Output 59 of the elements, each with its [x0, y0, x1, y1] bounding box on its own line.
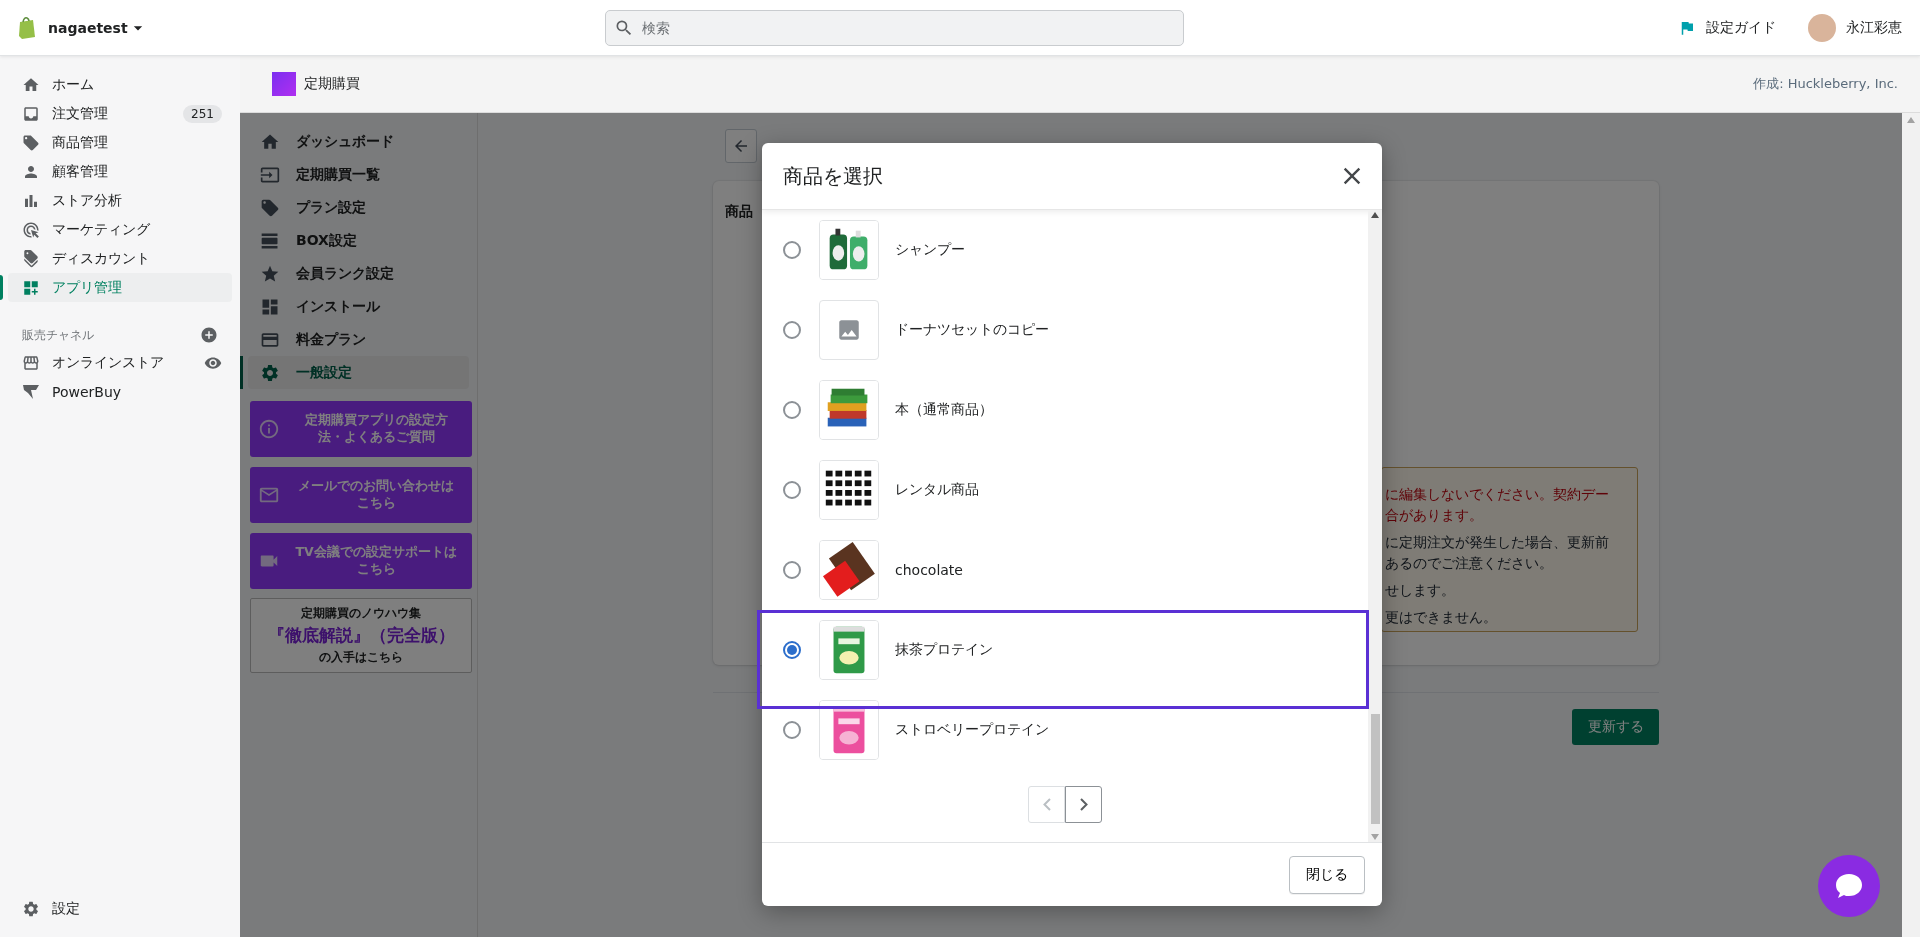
chat-bubble-icon	[1834, 872, 1864, 900]
product-name[interactable]: 抹茶プロテイン	[895, 641, 993, 659]
guide-banner[interactable]: 定期購買のノウハウ集 『徹底解説』（完全版） の入手はこちら	[250, 598, 472, 673]
store-name[interactable]: nagaetest	[48, 19, 128, 36]
settings-icon	[260, 362, 280, 383]
close-button[interactable]: 閉じる	[1289, 855, 1365, 894]
search-icon	[614, 18, 634, 38]
wing-icon	[22, 383, 40, 400]
scrollbar[interactable]	[1902, 113, 1920, 937]
radio-button[interactable]	[783, 721, 801, 739]
chevron-left-icon	[1042, 798, 1051, 811]
section-heading: 販売チャネル	[22, 326, 94, 344]
radio-button[interactable]	[783, 561, 801, 579]
section-label: 商品	[725, 203, 753, 221]
search-field[interactable]: 検索	[605, 10, 1184, 46]
count-badge: 251	[183, 104, 222, 123]
product-name[interactable]: レンタル商品	[895, 481, 979, 499]
settings-icon	[22, 899, 40, 918]
banner-text: の入手はこちら	[319, 649, 403, 666]
image-icon	[836, 317, 862, 343]
shopping-bag-logo	[18, 16, 36, 39]
back-button[interactable]	[725, 129, 757, 163]
setup-guide-link[interactable]: 設定ガイド	[1706, 18, 1776, 37]
radio-button[interactable]	[783, 641, 801, 659]
user-name[interactable]: 永江彩恵	[1846, 18, 1902, 37]
scroll-down-icon[interactable]	[1371, 834, 1379, 840]
app-name: 定期購買	[304, 75, 360, 93]
apps-grid-icon	[22, 278, 40, 297]
app-logo	[272, 72, 296, 96]
scrollbar[interactable]	[1368, 210, 1382, 842]
radio-button[interactable]	[783, 241, 801, 259]
info-icon	[258, 418, 280, 440]
dialog-title: 商品を選択	[783, 162, 883, 190]
chevron-right-icon	[1079, 798, 1088, 811]
banner-title: 『徹底解説』（完全版）	[267, 624, 455, 647]
tag-icon	[22, 133, 40, 152]
storefront-icon	[22, 353, 40, 372]
product-name[interactable]: ドーナツセットのコピー	[895, 321, 1049, 339]
add-icon[interactable]	[200, 326, 218, 344]
avatar[interactable]	[1808, 13, 1836, 42]
tag-icon	[260, 197, 280, 218]
radio-button[interactable]	[783, 321, 801, 339]
author-text: 作成: Huckleberry, Inc.	[1753, 75, 1898, 93]
product-name[interactable]: ストロベリープロテイン	[895, 721, 1049, 739]
radio-button[interactable]	[783, 401, 801, 419]
next-page-button[interactable]	[1065, 786, 1102, 823]
inbox-icon	[22, 104, 40, 123]
product-name[interactable]: 本（通常商品）	[895, 401, 993, 419]
scroll-up-icon[interactable]	[1371, 212, 1379, 218]
banner-text: 定期購買のノウハウ集	[301, 605, 421, 622]
warning-text: 更はできません。	[1385, 608, 1498, 627]
cursor-target-icon	[22, 220, 40, 239]
product-name[interactable]: chocolate	[895, 562, 963, 578]
warning-text: せします。	[1385, 581, 1456, 600]
scroll-thumb[interactable]	[1370, 714, 1380, 824]
warning-text: に定期注文が発生した場合、更新前 あるのでご注意ください。	[1385, 533, 1610, 573]
product-name[interactable]: シャンプー	[895, 241, 965, 259]
radio-button[interactable]	[783, 481, 801, 499]
warning-text: に編集しないでください。契約デー 合があります。	[1385, 485, 1610, 525]
